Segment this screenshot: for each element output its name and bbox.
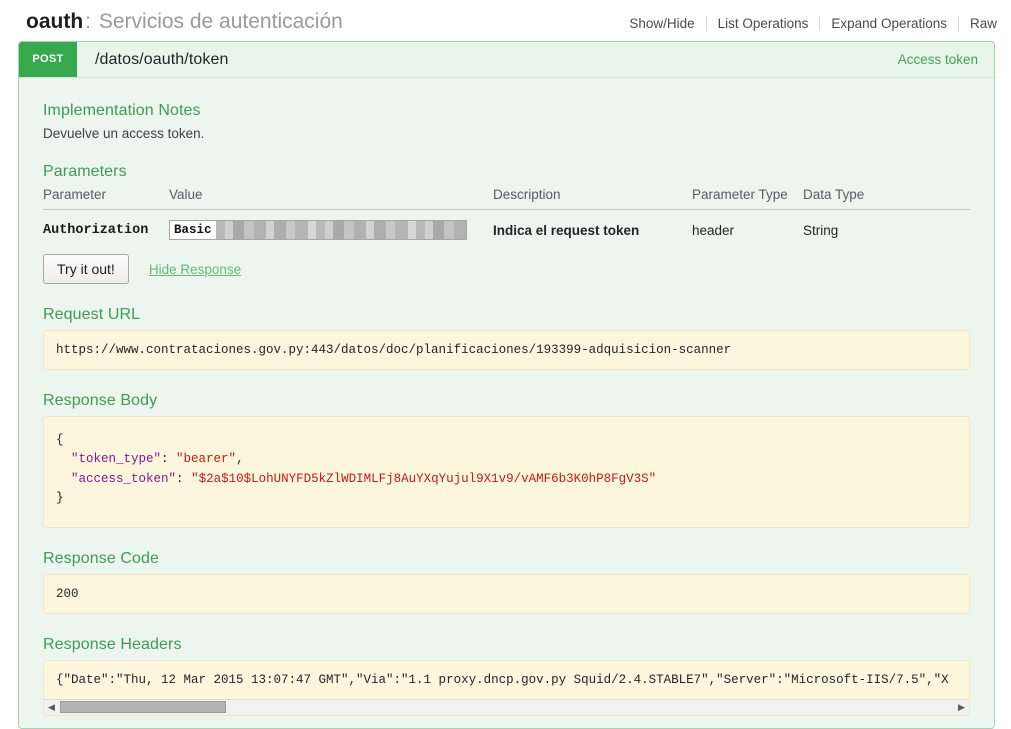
json-colon: : [161, 452, 177, 467]
parameter-type: header [692, 222, 735, 238]
try-it-out-button[interactable]: Try it out! [43, 254, 129, 285]
http-method-badge: POST [19, 42, 77, 78]
operation-summary[interactable]: Access token [898, 52, 994, 67]
json-comma: , [236, 452, 244, 467]
column-header-value: Value [169, 187, 493, 211]
column-header-data-type: Data Type [803, 187, 970, 211]
swagger-page: oauth: Servicios de autenticación Show/H… [0, 0, 1011, 729]
list-operations-link[interactable]: List Operations [707, 16, 820, 31]
parameter-name: Authorization [43, 222, 149, 238]
operation-content: Implementation Notes Devuelve un access … [19, 78, 994, 728]
action-row: Try it out! Hide Response [43, 254, 970, 285]
scroll-right-arrow-icon[interactable]: ▶ [954, 700, 969, 715]
json-open-brace: { [56, 433, 64, 448]
json-close-brace: } [56, 491, 64, 506]
json-colon: : [176, 471, 192, 486]
implementation-notes-title: Implementation Notes [43, 102, 201, 120]
request-url-value: https://www.contrataciones.gov.py:443/da… [43, 330, 970, 371]
authorization-value-prefix: Basic [174, 223, 212, 238]
json-key-access-token: "access_token" [71, 471, 177, 486]
column-header-parameter: Parameter [43, 187, 169, 211]
response-body-value: { "token_type": "bearer", "access_token"… [43, 416, 970, 528]
json-key-token-type: "token_type" [71, 452, 162, 467]
response-headers-container: {"Date":"Thu, 12 Mar 2015 13:07:47 GMT",… [43, 659, 970, 716]
operation-panel: POST /datos/oauth/token Access token Imp… [18, 41, 995, 729]
json-value-access-token: "$2a$10$LohUNYFD5kZlWDIMLFj8AuYXqYujul9X… [191, 471, 657, 486]
operation-path[interactable]: /datos/oauth/token [77, 51, 228, 69]
response-headers-value: {"Date":"Thu, 12 Mar 2015 13:07:47 GMT",… [56, 672, 949, 687]
scroll-left-arrow-icon[interactable]: ◀ [44, 700, 59, 715]
authorization-input[interactable]: Basic [169, 220, 467, 241]
table-header-row: Parameter Value Description Parameter Ty… [43, 187, 970, 211]
response-headers-title: Response Headers [43, 635, 182, 653]
response-code-value: 200 [43, 573, 970, 614]
show-hide-link[interactable]: Show/Hide [629, 16, 705, 31]
scrollbar-thumb[interactable] [60, 700, 226, 713]
column-header-parameter-type: Parameter Type [692, 187, 803, 211]
scrollbar-track[interactable] [59, 700, 954, 715]
redacted-credential [215, 221, 466, 240]
resource-name: oauth [26, 10, 84, 33]
resource-options: Show/Hide List Operations Expand Operati… [629, 16, 997, 31]
resource-description: Servicios de autenticación [98, 10, 343, 33]
column-header-description: Description [493, 187, 692, 211]
page-title: oauth: Servicios de autenticación [26, 10, 343, 33]
parameter-data-type: String [803, 222, 839, 238]
expand-operations-link[interactable]: Expand Operations [820, 16, 958, 31]
response-body-title: Response Body [43, 392, 158, 410]
raw-link[interactable]: Raw [959, 16, 997, 31]
resource-separator: : [85, 10, 91, 33]
hide-response-link[interactable]: Hide Response [149, 262, 241, 277]
resource-header: oauth: Servicios de autenticación Show/H… [0, 0, 1011, 41]
parameters-table: Parameter Value Description Parameter Ty… [43, 187, 970, 250]
parameters-title: Parameters [43, 163, 127, 181]
implementation-notes-text: Devuelve un access token. [43, 126, 205, 142]
response-code-title: Response Code [43, 549, 160, 567]
parameter-description: Indica el request token [493, 222, 640, 238]
operation-header[interactable]: POST /datos/oauth/token Access token [19, 42, 994, 79]
horizontal-scrollbar[interactable]: ◀ ▶ [44, 698, 969, 715]
parameter-value-cell: Basic [169, 210, 493, 251]
json-value-token-type: "bearer" [176, 452, 237, 467]
table-row: Authorization Basic Indica el request to… [43, 210, 970, 251]
request-url-title: Request URL [43, 306, 141, 324]
